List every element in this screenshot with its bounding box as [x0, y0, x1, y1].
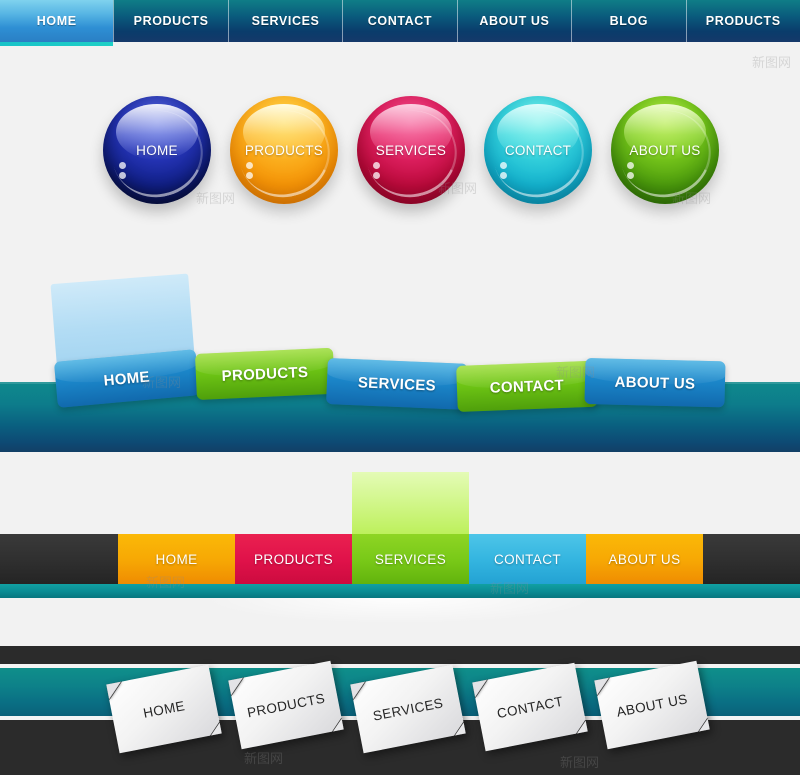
nav-top-item-services[interactable]: SERVICES [227, 0, 343, 42]
dark-nav-item-services[interactable]: SERVICES [352, 534, 469, 584]
nav-top-label: CONTACT [367, 14, 433, 28]
nav-top-item-contact[interactable]: CONTACT [342, 0, 457, 42]
paper-card-navigation: HOME PRODUCTS SERVICES CONTACT ABOUT US [0, 646, 800, 775]
paper-card-label: HOME [141, 697, 187, 721]
dark-nav-glow-shadow [200, 598, 600, 624]
dark-nav-label: ABOUT US [608, 551, 681, 567]
tilted-tab-label: ABOUT US [614, 373, 696, 393]
nav-top-item-products[interactable]: PRODUCTS [113, 0, 228, 42]
nav-top-item-products-2[interactable]: PRODUCTS [685, 0, 800, 42]
dark-nav-items: HOME PRODUCTS SERVICES CONTACT ABOUT US [118, 534, 703, 584]
fold-leaf-top-left-icon [472, 679, 490, 698]
orb-label: HOME [136, 142, 178, 158]
paper-card-label: PRODUCTS [245, 690, 327, 720]
dark-nav-label: CONTACT [493, 551, 562, 567]
watermark: 新图网 [752, 56, 792, 71]
dark-nav-item-home[interactable]: HOME [118, 534, 235, 584]
orb-button-contact[interactable]: CONTACT [482, 96, 594, 209]
tilted-tab-navigation: HOME PRODUCTS SERVICES CONTACT ABOUT US [0, 262, 800, 462]
orb-button-services[interactable]: SERVICES [355, 96, 467, 209]
glossy-orb-button-row: HOME PRODUCTS SERVICES CONTACT ABOUT US [0, 96, 800, 226]
tilted-tab-contact[interactable]: CONTACT [456, 360, 598, 412]
paper-card-label: CONTACT [495, 693, 565, 721]
fold-leaf-bottom-right-icon [574, 720, 588, 734]
nav-top-label: HOME [36, 14, 77, 28]
tilted-tab-products[interactable]: PRODUCTS [194, 347, 335, 400]
tilted-tab-label: PRODUCTS [221, 363, 309, 385]
nav-top-item-blog[interactable]: BLOG [571, 0, 686, 42]
dark-nav-teal-strip [0, 584, 800, 598]
nav-top-item-about-us[interactable]: ABOUT US [456, 0, 572, 42]
orb-button-products[interactable]: PRODUCTS [228, 96, 340, 209]
orb-label: PRODUCTS [244, 142, 324, 158]
fold-leaf-top-left-icon [594, 677, 612, 696]
fold-leaf-bottom-right-icon [452, 722, 466, 736]
orb-button-about-us[interactable]: ABOUT US [609, 96, 721, 209]
orb-button-home[interactable]: HOME [101, 96, 213, 209]
top-navigation-bar: HOME PRODUCTS SERVICES CONTACT ABOUT US … [0, 0, 800, 46]
dark-nav-item-about-us[interactable]: ABOUT US [586, 534, 703, 584]
fold-leaf-bottom-right-icon [696, 718, 710, 732]
nav-top-label: SERVICES [251, 14, 320, 28]
orb-label: CONTACT [504, 142, 572, 158]
dark-nav-label: HOME [155, 551, 198, 567]
orb-label: ABOUT US [629, 142, 701, 158]
tilted-tab-about-us[interactable]: ABOUT US [584, 358, 726, 408]
orb-label: SERVICES [375, 142, 447, 158]
dropdown-panel-services [352, 472, 469, 534]
dark-nav-label: PRODUCTS [254, 551, 333, 567]
tilted-tab-services[interactable]: SERVICES [326, 358, 468, 410]
tilted-tab-label: SERVICES [357, 373, 437, 395]
nav-top-label: ABOUT US [479, 14, 550, 28]
nav-top-item-home[interactable]: HOME [0, 0, 114, 46]
fold-leaf-bottom-right-icon [330, 718, 344, 732]
fold-leaf-bottom-right-icon [208, 722, 222, 736]
nav-top-label: PRODUCTS [705, 14, 781, 28]
dark-nav-item-contact[interactable]: CONTACT [469, 534, 586, 584]
nav-top-label: PRODUCTS [133, 14, 209, 28]
fold-leaf-top-left-icon [350, 681, 368, 700]
fold-leaf-top-left-icon [106, 681, 124, 700]
active-tab-underline [0, 42, 114, 46]
dark-nav-item-products[interactable]: PRODUCTS [235, 534, 352, 584]
tilted-tab-label: CONTACT [489, 376, 565, 397]
dark-nav-label: SERVICES [374, 551, 447, 567]
dark-bar-navigation: HOME PRODUCTS SERVICES CONTACT ABOUT US [0, 472, 800, 624]
paper-card-label: SERVICES [371, 694, 445, 724]
nav-top-label: BLOG [609, 14, 649, 28]
tilted-tab-label: HOME [102, 368, 151, 390]
paper-card-label: ABOUT US [615, 690, 689, 720]
fold-leaf-top-left-icon [228, 677, 246, 696]
